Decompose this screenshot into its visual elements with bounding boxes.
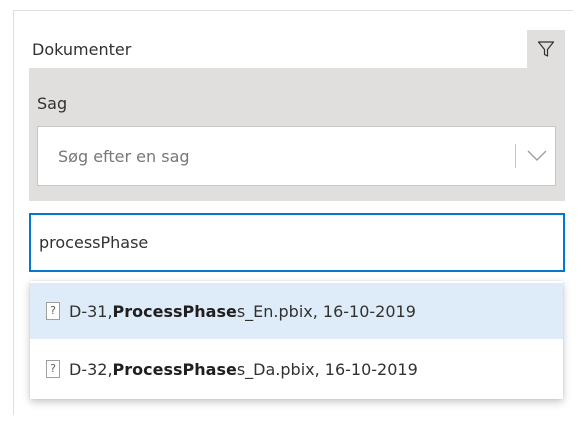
sag-dropdown[interactable]: Søg efter en sag [37,126,556,186]
sag-label: Sag [37,94,68,113]
sag-divider [515,144,516,168]
result-match: ProcessPhase [112,359,237,379]
sag-filter-section: Sag Søg efter en sag [29,68,565,201]
filter-button[interactable] [527,30,565,68]
unknown-file-icon: ? [46,360,60,378]
result-suffix: s_En.pbix, 16-10-2019 [236,301,416,321]
document-search-input[interactable] [29,213,565,272]
chevron-down-icon[interactable] [526,147,548,163]
sag-placeholder: Søg efter en sag [58,147,190,166]
panel-title: Dokumenter [32,40,132,59]
result-match: ProcessPhase [112,301,237,321]
search-result-item[interactable]: ? D-32, ProcessPhase s_Da.pbix, 16-10-201… [30,341,563,397]
search-result-item[interactable]: ? D-31, ProcessPhase s_En.pbix, 16-10-201… [30,283,563,339]
result-prefix: D-31, [69,301,113,321]
result-suffix: s_Da.pbix, 16-10-2019 [236,359,418,379]
search-results-dropdown: ? D-31, ProcessPhase s_En.pbix, 16-10-201… [30,281,563,399]
filter-icon [537,41,555,57]
result-prefix: D-32, [69,359,113,379]
unknown-file-icon: ? [46,302,60,320]
